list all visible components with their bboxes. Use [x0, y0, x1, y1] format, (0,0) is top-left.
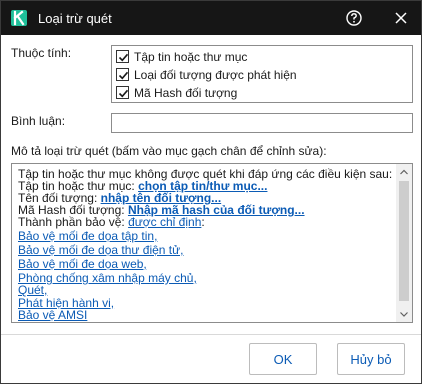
description-scrollbar[interactable] — [396, 164, 412, 322]
checkbox-file-folder[interactable] — [116, 50, 129, 63]
dialog-footer: OK Hủy bỏ — [1, 334, 421, 383]
check-icon — [118, 89, 129, 98]
option-label: Loại đối tượng được phát hiện — [134, 68, 297, 82]
component-label: Thành phần bảo vệ: — [18, 215, 129, 229]
cancel-button[interactable]: Hủy bỏ — [337, 343, 405, 375]
component-suffix: : — [201, 215, 205, 229]
exclusion-dialog: Loại trừ quét Thuộc tính: Tập tin hoặc t… — [0, 0, 422, 384]
component-scan[interactable]: Quét, — [18, 284, 47, 296]
check-icon — [118, 53, 129, 62]
scroll-down-arrow[interactable] — [396, 306, 412, 322]
comment-input[interactable] — [111, 113, 413, 133]
description-box: Tập tin hoặc thư mục không được quét khi… — [11, 163, 413, 323]
properties-list: Tập tin hoặc thư mục Loại đối tượng được… — [111, 45, 413, 103]
help-button[interactable] — [344, 8, 364, 28]
properties-label: Thuộc tính: — [11, 46, 72, 60]
component-amsi[interactable]: Bảo vệ AMSI — [18, 309, 87, 321]
scroll-thumb[interactable] — [399, 181, 409, 301]
chevron-down-icon — [400, 312, 408, 317]
component-mail-threat[interactable]: Bảo vệ mối đe dọa thư điện tử, — [18, 244, 184, 256]
chevron-up-icon — [400, 169, 408, 175]
app-logo — [11, 10, 27, 26]
component-file-threat[interactable]: Bảo vệ mối đe dọa tập tin, — [18, 230, 157, 242]
component-row: Thành phần bảo vệ: được chỉ định: — [18, 216, 205, 228]
close-icon — [395, 12, 407, 24]
help-icon — [346, 10, 362, 26]
window-title: Loại trừ quét — [38, 11, 112, 26]
close-button[interactable] — [391, 8, 411, 28]
comment-label: Bình luận: — [11, 114, 66, 128]
specified-components-link[interactable]: được chỉ định — [128, 215, 201, 229]
component-web-threat[interactable]: Bảo vệ mối đe dọa web, — [18, 258, 147, 270]
k-logo-icon — [13, 10, 25, 26]
check-icon — [118, 71, 129, 80]
description-label: Mô tả loại trừ quét (bấm vào mục gạch ch… — [11, 144, 327, 158]
option-label: Tập tin hoặc thư mục — [134, 50, 248, 64]
ok-button[interactable]: OK — [249, 343, 317, 375]
checkbox-object-hash[interactable] — [116, 86, 129, 99]
option-label: Mã Hash đối tượng — [134, 86, 238, 100]
checkbox-object-type[interactable] — [116, 68, 129, 81]
scroll-up-arrow[interactable] — [396, 164, 412, 180]
title-bar: Loại trừ quét — [1, 1, 421, 35]
